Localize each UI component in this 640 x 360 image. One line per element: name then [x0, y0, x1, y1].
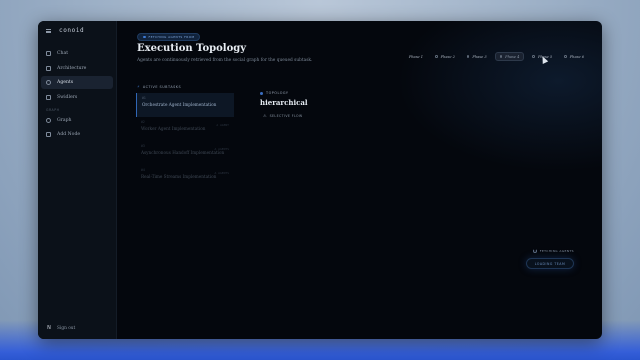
loading-team-button[interactable]: LOADING TEAM — [526, 258, 574, 269]
sidebar-item-swidlers[interactable]: Swidlers — [41, 91, 113, 104]
architecture-icon — [46, 65, 51, 71]
avatar: N — [47, 325, 51, 331]
tab-phase-4[interactable]: Phase 4 — [494, 52, 525, 61]
chat-icon — [46, 51, 51, 56]
subtask-item[interactable]: #1 Orchestrate Agent Implementation — [136, 93, 234, 117]
subtask-meta: A AGENTS — [214, 171, 229, 175]
graph-section-label: GRAPH — [46, 107, 60, 112]
fetching-indicator: FETCHING AGENTS — [532, 249, 574, 253]
phase-label: Phase 2 — [440, 54, 455, 59]
app-name: conoid — [59, 27, 85, 34]
tab-phase-3[interactable]: Phase 3 — [463, 52, 491, 61]
subtasks-heading-label: ACTIVE SUBTASKS — [142, 84, 182, 89]
status-badge: FETCHING AGENTS FROM — [137, 33, 201, 41]
sidebar: conoid Chat Architecture Agents Swidlers… — [38, 21, 117, 339]
sidebar-item-label: Graph — [57, 117, 72, 123]
brand: conoid — [46, 27, 84, 34]
loading-team-label: LOADING TEAM — [534, 261, 566, 266]
main-panel: FETCHING AGENTS FROM Execution Topology … — [118, 21, 602, 339]
sidebar-item-label: Architecture — [57, 65, 87, 71]
subtask-meta: A AGENT — [216, 123, 229, 127]
spinner-icon — [532, 249, 537, 253]
phase-label: Phase 3 — [472, 54, 487, 59]
phase-dot-icon — [532, 55, 535, 58]
app-window: conoid Chat Architecture Agents Swidlers… — [38, 21, 602, 339]
subtask-item[interactable]: #3 Asynchronous Handoff Implementation A… — [136, 141, 234, 165]
add-node-icon — [46, 132, 51, 137]
flow-label: SELECTIVE FLOW — [269, 113, 303, 118]
page-title: Execution Topology — [137, 43, 247, 54]
sidebar-item-label: Agents — [57, 80, 74, 85]
swidlers-icon — [46, 94, 51, 100]
page-subtitle: Agents are continuously retrieved from t… — [137, 58, 313, 63]
phase-dot-icon — [435, 55, 438, 58]
phase-tabs: Phase 1 Phase 2 Phase 3 Phase 4 Phase 5 … — [405, 52, 588, 61]
phase-label: Phase 6 — [569, 54, 584, 59]
subtasks-heading: ⚡ ACTIVE SUBTASKS — [137, 84, 181, 89]
subtask-item[interactable]: #4 Real-Time Streams Implementation A AG… — [136, 165, 234, 189]
tab-phase-6[interactable]: Phase 6 — [560, 52, 588, 61]
graph-icon — [46, 117, 51, 123]
sidebar-item-label: Add Node — [57, 132, 81, 137]
topology-dot-icon — [260, 91, 263, 95]
menu-icon[interactable] — [46, 28, 51, 33]
agents-icon — [46, 80, 51, 85]
fetching-label: FETCHING AGENTS — [539, 249, 574, 253]
sign-out-label: Sign out — [57, 326, 76, 331]
sidebar-item-graph[interactable]: Graph — [41, 114, 113, 127]
sidebar-item-add-node[interactable]: Add Node — [41, 128, 113, 141]
bolt-icon: ⚡ — [137, 84, 140, 89]
sidebar-item-label: Chat — [57, 51, 69, 56]
phase-label: Phase 1 — [408, 54, 424, 59]
phase-dot-icon — [564, 55, 567, 58]
subtask-meta: A AGENTS — [214, 147, 229, 151]
tab-phase-2[interactable]: Phase 2 — [431, 52, 459, 61]
status-dot-icon — [143, 35, 146, 39]
tab-phase-1[interactable]: Phase 1 — [405, 52, 427, 61]
phase-dot-icon — [466, 55, 470, 58]
sidebar-item-label: Swidlers — [57, 94, 78, 100]
status-badge-label: FETCHING AGENTS FROM — [148, 35, 195, 39]
flow-indicator: ⚠ SELECTIVE FLOW — [263, 113, 303, 118]
subtask-item[interactable]: #2 Worker Agent Implementation A AGENT — [136, 117, 234, 141]
sign-out-button[interactable]: N Sign out — [46, 325, 75, 332]
phase-label: Phase 4 — [505, 54, 520, 59]
topology-label: TOPOLOGY — [266, 91, 289, 95]
warning-icon: ⚠ — [263, 113, 267, 118]
subtask-number: #1 — [142, 96, 146, 100]
sidebar-nav: Chat Architecture Agents Swidlers GRAPH … — [41, 47, 113, 143]
sidebar-item-chat[interactable]: Chat — [41, 47, 113, 60]
sidebar-item-agents[interactable]: Agents — [41, 76, 113, 89]
phase-dot-icon — [499, 55, 503, 58]
topology-heading: TOPOLOGY — [260, 91, 288, 95]
topology-value: hierarchical — [260, 98, 308, 107]
subtask-name: Orchestrate Agent Implementation — [142, 102, 217, 107]
sidebar-item-architecture[interactable]: Architecture — [41, 62, 113, 75]
